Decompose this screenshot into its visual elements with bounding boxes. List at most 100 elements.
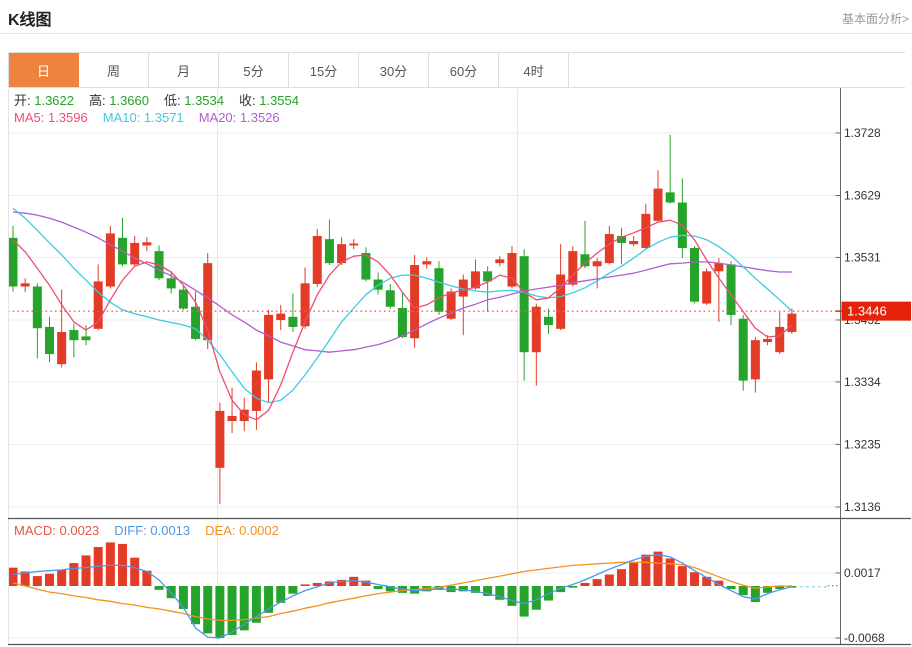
candle[interactable] bbox=[106, 226, 115, 289]
axis-tick-label: 1.3629 bbox=[844, 189, 881, 203]
candle[interactable] bbox=[544, 309, 553, 334]
candle[interactable] bbox=[434, 261, 443, 315]
macd-bar bbox=[507, 586, 516, 606]
period-tab-月[interactable]: 月 bbox=[149, 53, 219, 87]
period-tab-4时[interactable]: 4时 bbox=[499, 53, 569, 87]
axis-tick-label: 1.3235 bbox=[844, 437, 881, 451]
candle[interactable] bbox=[33, 283, 42, 358]
macd-bar bbox=[654, 552, 663, 586]
macd-bar bbox=[130, 558, 139, 586]
candle[interactable] bbox=[325, 220, 334, 265]
current-price-badge: 1.3446 bbox=[836, 302, 912, 321]
candle[interactable] bbox=[787, 309, 796, 334]
axis-tick-label: -0.0068 bbox=[844, 631, 885, 645]
period-tab-60分[interactable]: 60分 bbox=[429, 53, 499, 87]
candle[interactable] bbox=[617, 228, 626, 265]
macd-legend: MACD: 0.0023DIFF: 0.0013DEA: 0.0002 bbox=[14, 523, 294, 538]
tabbar-filler bbox=[569, 53, 905, 87]
candle[interactable] bbox=[94, 264, 103, 330]
period-tabbar: 日周月5分15分30分60分4时 bbox=[8, 52, 905, 88]
period-tab-5分[interactable]: 5分 bbox=[219, 53, 289, 87]
candle[interactable] bbox=[69, 324, 78, 357]
macd-bar bbox=[690, 572, 699, 586]
candle[interactable] bbox=[568, 246, 577, 286]
candle[interactable] bbox=[45, 317, 54, 362]
candle[interactable] bbox=[21, 278, 30, 292]
candle[interactable] bbox=[629, 236, 638, 246]
candle[interactable] bbox=[9, 226, 18, 292]
candle[interactable] bbox=[714, 258, 723, 322]
diff-line bbox=[13, 555, 792, 638]
candle[interactable] bbox=[751, 337, 760, 393]
macd-bar bbox=[155, 586, 164, 590]
legend-item: 开: 1.3622 bbox=[14, 93, 74, 108]
candle[interactable] bbox=[386, 284, 395, 309]
candles-layer bbox=[9, 135, 797, 504]
candle[interactable] bbox=[739, 315, 748, 391]
chart-frame bbox=[8, 88, 911, 645]
page-title: K线图 bbox=[8, 6, 52, 30]
macd-bar bbox=[593, 579, 602, 586]
candle[interactable] bbox=[690, 246, 699, 303]
macd-bar bbox=[678, 566, 687, 586]
candle[interactable] bbox=[130, 236, 139, 267]
candle[interactable] bbox=[398, 293, 407, 338]
period-tab-30分[interactable]: 30分 bbox=[359, 53, 429, 87]
candle[interactable] bbox=[727, 261, 736, 325]
macd-bar bbox=[69, 563, 78, 586]
candle[interactable] bbox=[203, 253, 212, 349]
legend-item: 高: 1.3660 bbox=[89, 93, 149, 108]
candle[interactable] bbox=[605, 226, 614, 265]
macd-bar bbox=[301, 584, 310, 586]
legend-item: DEA: 0.0002 bbox=[205, 523, 279, 538]
macd-bar bbox=[191, 586, 200, 624]
candle[interactable] bbox=[313, 229, 322, 287]
candle[interactable] bbox=[410, 255, 419, 348]
candle[interactable] bbox=[422, 257, 431, 268]
candle[interactable] bbox=[301, 268, 310, 329]
axis-tick-label: 0.0017 bbox=[844, 566, 881, 580]
axis-tick-label: 1.3728 bbox=[844, 126, 881, 140]
candle[interactable] bbox=[459, 275, 468, 336]
candle[interactable] bbox=[57, 290, 66, 368]
macd-bar bbox=[629, 563, 638, 586]
macd-bar bbox=[215, 586, 224, 638]
macd-bar bbox=[580, 583, 589, 586]
macd-bar bbox=[520, 586, 529, 617]
period-tab-周[interactable]: 周 bbox=[79, 53, 149, 87]
candle[interactable] bbox=[483, 266, 492, 311]
macd-bar bbox=[666, 558, 675, 586]
candle[interactable] bbox=[349, 239, 358, 249]
macd-bar bbox=[82, 555, 91, 586]
candle[interactable] bbox=[288, 293, 297, 332]
candle[interactable] bbox=[702, 268, 711, 305]
candle[interactable] bbox=[264, 310, 273, 403]
macd-bar bbox=[179, 586, 188, 609]
axis-tick-label: 1.3531 bbox=[844, 250, 881, 264]
candle[interactable] bbox=[276, 305, 285, 330]
period-tab-日[interactable]: 日 bbox=[9, 53, 79, 87]
macd-bar bbox=[641, 555, 650, 586]
candle[interactable] bbox=[142, 237, 151, 251]
kline-chart[interactable]: 1.37281.36291.35311.34321.33341.32351.31… bbox=[0, 88, 912, 647]
macd-bar bbox=[228, 586, 237, 635]
candle[interactable] bbox=[520, 249, 529, 380]
macd-bar bbox=[33, 576, 42, 586]
candle[interactable] bbox=[118, 218, 127, 267]
ohlc-legend: 开: 1.3622高: 1.3660低: 1.3534收: 1.3554 bbox=[14, 93, 314, 108]
fundamental-analysis-link[interactable]: 基本面分析> bbox=[842, 10, 909, 27]
macd-bar bbox=[203, 586, 212, 633]
candle[interactable] bbox=[654, 170, 663, 222]
legend-item: 低: 1.3534 bbox=[164, 93, 224, 108]
legend-item: DIFF: 0.0013 bbox=[114, 523, 190, 538]
candle[interactable] bbox=[678, 178, 687, 258]
candle[interactable] bbox=[593, 258, 602, 288]
candle[interactable] bbox=[666, 135, 675, 204]
candle[interactable] bbox=[532, 304, 541, 386]
macd-bar bbox=[45, 574, 54, 586]
candle[interactable] bbox=[155, 245, 164, 280]
period-tab-15分[interactable]: 15分 bbox=[289, 53, 359, 87]
candle[interactable] bbox=[215, 403, 224, 504]
macd-bar bbox=[617, 569, 626, 586]
candle[interactable] bbox=[361, 247, 370, 281]
